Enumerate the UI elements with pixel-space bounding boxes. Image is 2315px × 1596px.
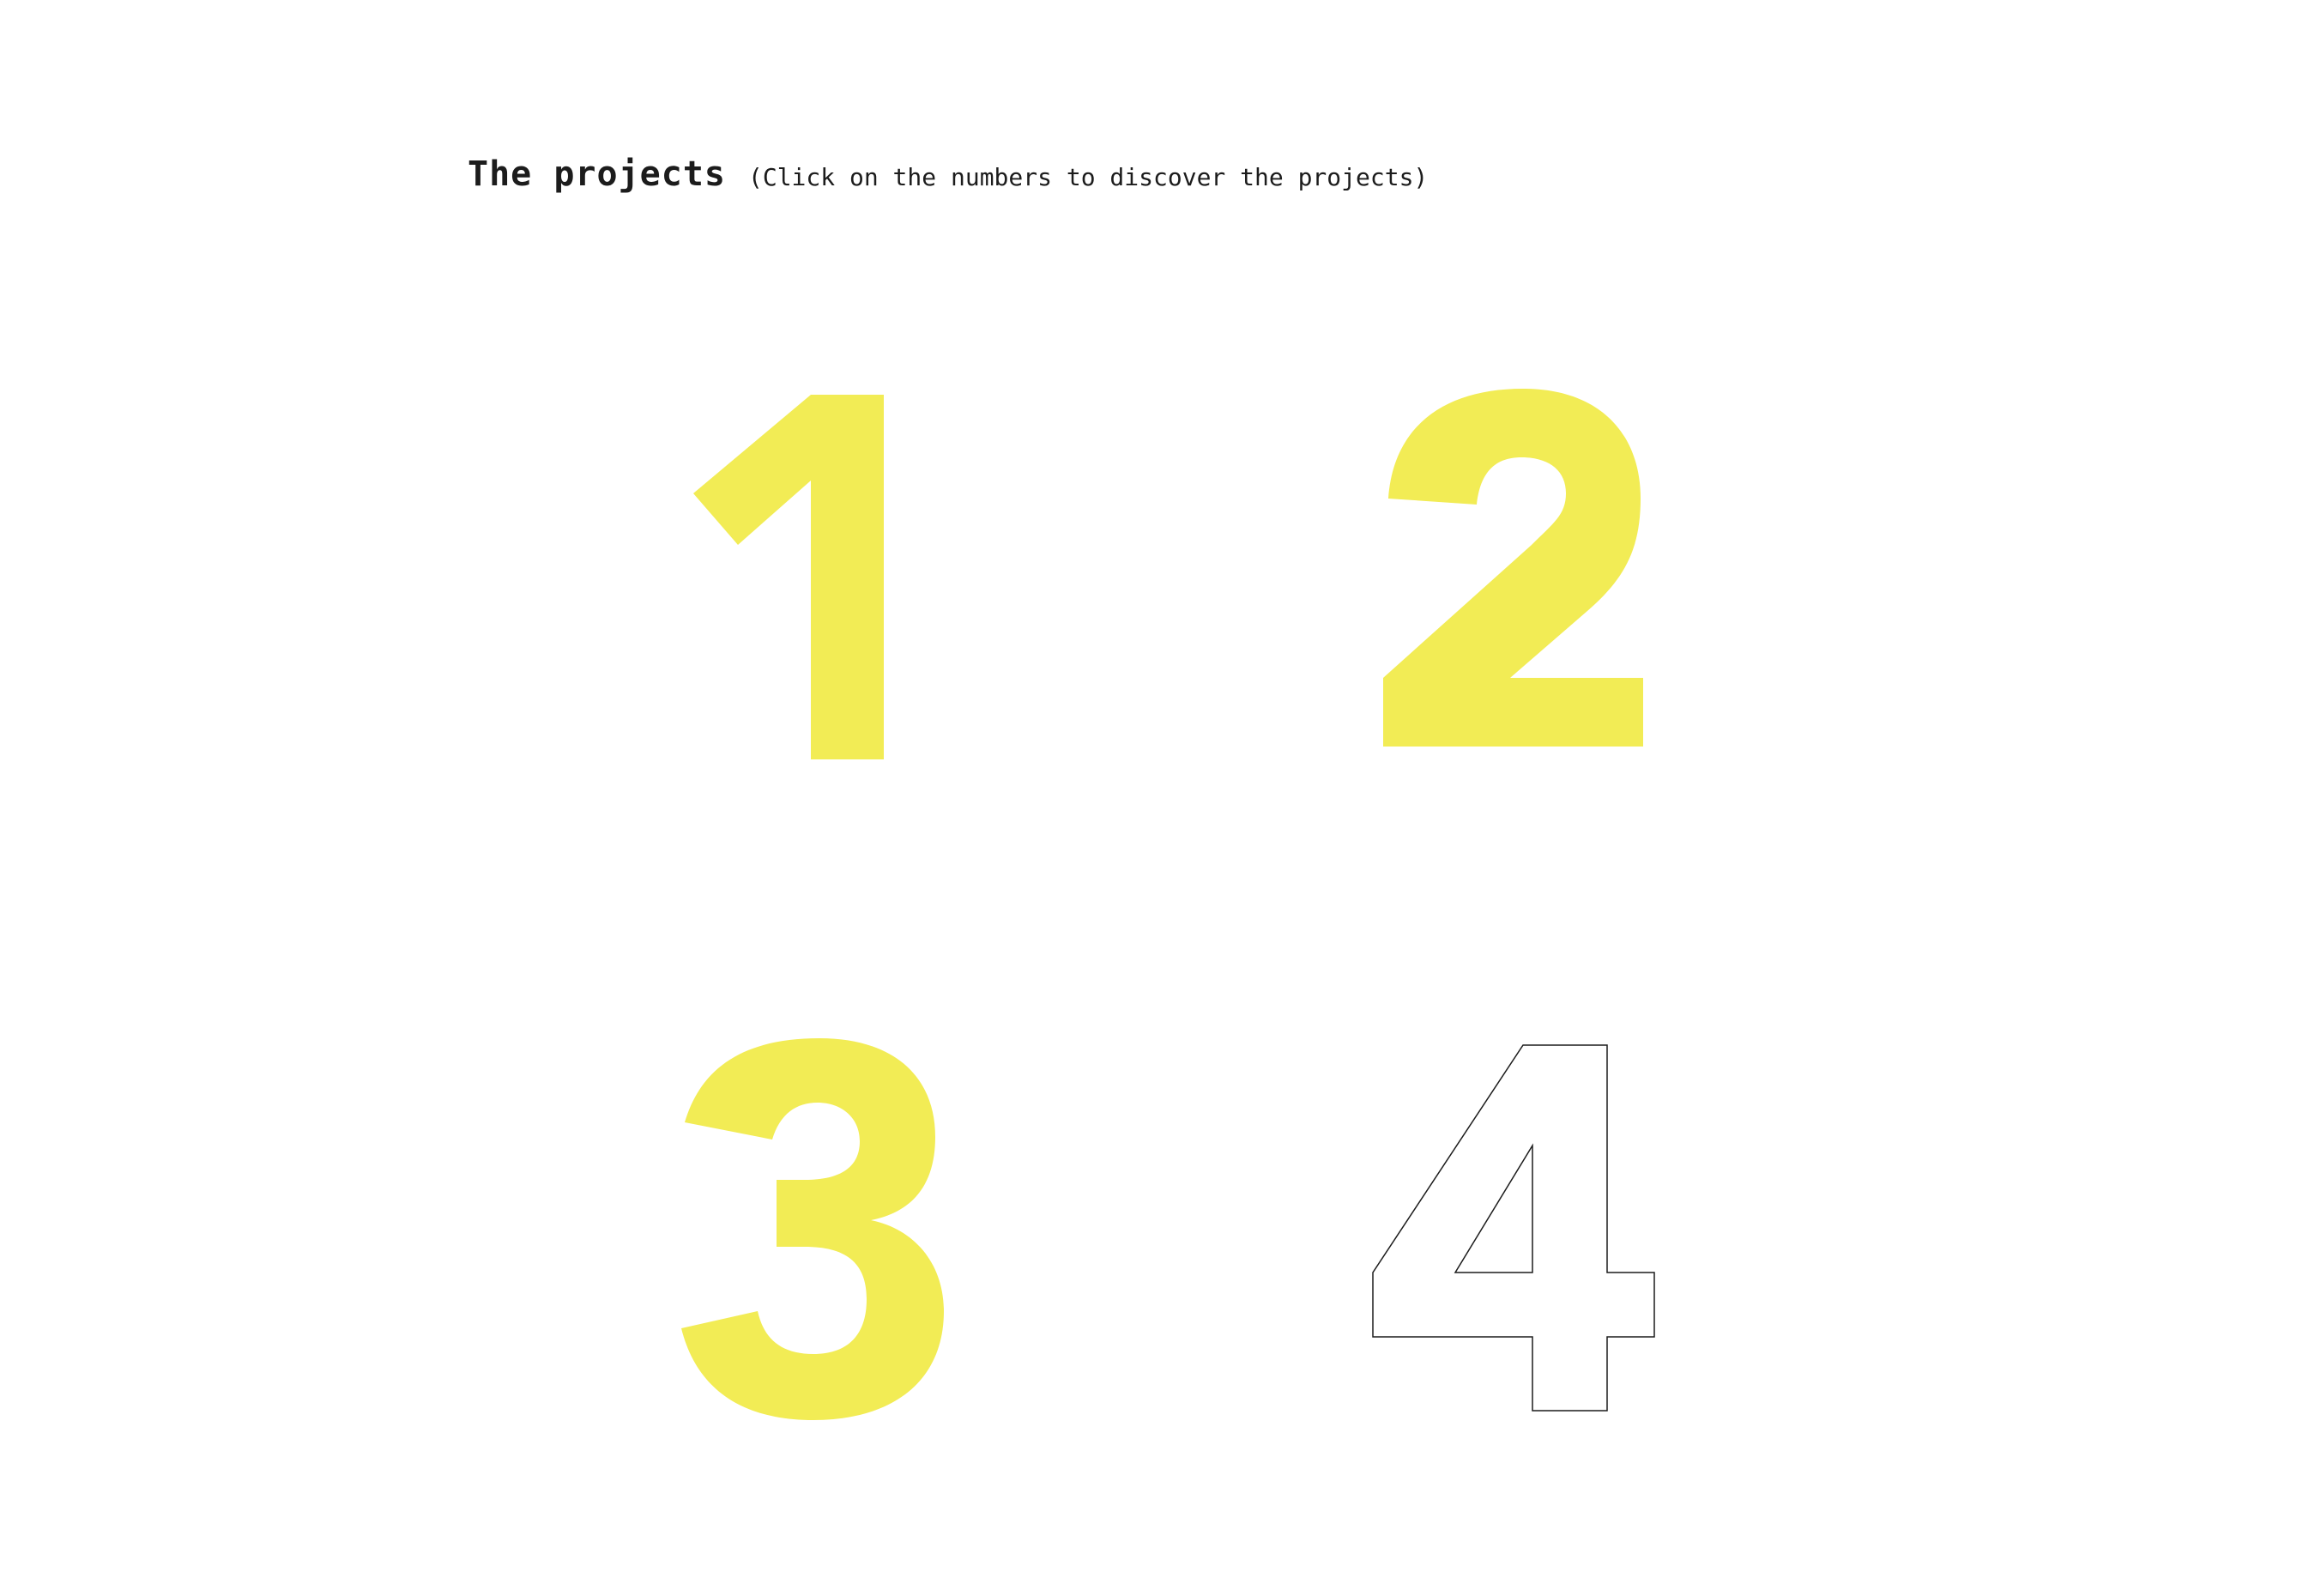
number-1-glyph xyxy=(693,395,884,759)
number-4-glyph xyxy=(1372,1044,1655,1412)
project-number-3[interactable]: 3 xyxy=(678,1038,952,1424)
page: The projects (Click on the numbers to di… xyxy=(0,0,2315,1596)
project-number-2[interactable]: 2 xyxy=(1381,386,1647,765)
section-title: The projects xyxy=(468,154,726,194)
number-2-glyph xyxy=(1383,389,1643,747)
number-3-glyph xyxy=(681,1038,944,1420)
project-number-4[interactable]: 4 xyxy=(1369,1043,1660,1420)
project-number-1[interactable]: 1 xyxy=(686,390,901,765)
section-header: The projects (Click on the numbers to di… xyxy=(468,154,1428,194)
section-hint: (Click on the numbers to discover the pr… xyxy=(747,163,1429,191)
